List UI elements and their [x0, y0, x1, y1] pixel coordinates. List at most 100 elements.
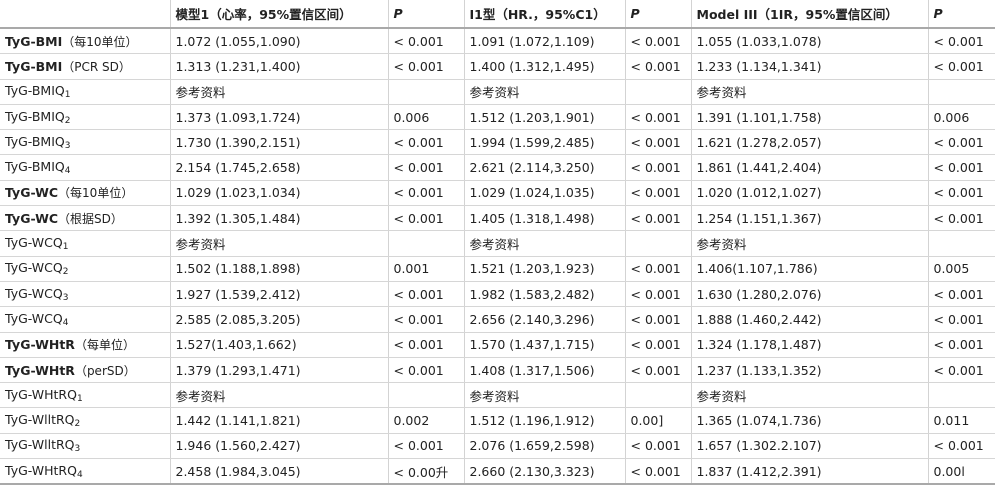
model3-p-value: < 0.001 [927, 53, 995, 80]
row-label-unit: （perSD） [74, 363, 136, 378]
row-label-main: TyG-WCQ [5, 260, 63, 276]
model1-p-value: < 0.001 [387, 306, 464, 333]
row-label-unit: （PCR SD） [62, 59, 131, 74]
quartile-subscript: 4 [62, 317, 69, 328]
model3-value: 1.888 (1.460,2.442) [690, 306, 928, 333]
model1-value: 1.392 (1.305,1.484) [169, 205, 388, 232]
table-body: TyG-BMI（每10单位） 1.072 (1.055,1.090) < 0.001… [0, 28, 995, 486]
row-label-main: TyG-WCQ [5, 235, 63, 251]
row-label: TyG-BMIQ2 [0, 104, 170, 131]
model2-p-value: 0.00] [624, 407, 691, 434]
model3-value: 1.837 (1.412,2.391) [690, 458, 928, 486]
row-label: TyG-BMI（每10单位） [0, 28, 170, 55]
row-label: TyG-BMIQ1 [0, 79, 170, 105]
model3-p-value: < 0.001 [927, 129, 995, 156]
model1-p-value: < 0.001 [387, 357, 464, 384]
table-row: TyG-WlltRQ2 1.442 (1.141,1.821) 0.002 1.512… [0, 407, 995, 434]
model1-p-value [387, 230, 464, 257]
model1-value: 1.313 (1.231,1.400) [169, 53, 388, 80]
model3-value: 1.406(1.107,1.786) [690, 256, 928, 282]
model2-p-value: < 0.001 [624, 281, 691, 308]
model3-value: 1.621 (1.278,2.057) [690, 129, 928, 156]
model1-value: 2.458 (1.984,3.045) [169, 458, 388, 486]
row-label: TyG-WHtRQ4 [0, 458, 170, 486]
row-label: TyG-WHtR（perSD） [0, 357, 170, 384]
row-label-main: TyG-BMIQ [5, 133, 65, 149]
table-row: TyG-WHtRQ1 参考资料 参考资料 参考资料 [0, 382, 995, 409]
model2-p-value: < 0.001 [624, 180, 691, 207]
quartile-subscript: 2 [64, 115, 71, 126]
table-row: TyG-WHtRQ4 2.458 (1.984,3.045) < 0.00升 2.66… [0, 458, 995, 486]
row-label: TyG-WCQ4 [0, 306, 170, 333]
quartile-subscript: 1 [64, 90, 71, 101]
model1-p-value: < 0.00升 [387, 458, 464, 486]
model2-p-value [624, 382, 691, 409]
header-model2: I1型（HR.，95%C1） [463, 0, 625, 29]
header-p1: P [387, 0, 464, 29]
model1-value: 1.502 (1.188,1.898) [169, 256, 388, 282]
row-label-main: TyG-BMIQ [5, 83, 65, 99]
model1-value: 2.154 (1.745,2.658) [169, 154, 388, 181]
model3-value: 1.324 (1.178,1.487) [690, 332, 928, 358]
table-row: TyG-WCQ3 1.927 (1.539,2.412) < 0.001 1.982 … [0, 281, 995, 308]
model2-value: 2.656 (2.140,3.296) [463, 306, 625, 333]
model3-value: 1.391 (1.101,1.758) [690, 104, 928, 131]
table-row: TyG-BMI（每10单位） 1.072 (1.055,1.090) < 0.001… [0, 28, 995, 55]
row-label-unit: （每10单位） [58, 186, 134, 201]
model2-value: 参考资料 [463, 230, 625, 257]
model1-p-value: 0.001 [387, 256, 464, 282]
table-row: TyG-WC（每10单位） 1.029 (1.023,1.034) < 0.001 1… [0, 180, 995, 207]
model1-p-value: < 0.001 [387, 53, 464, 80]
quartile-subscript: 4 [64, 166, 71, 177]
model2-value: 参考资料 [463, 382, 625, 409]
quartile-subscript: 2 [74, 419, 81, 430]
model2-p-value: < 0.001 [624, 306, 691, 333]
row-label: TyG-WCQ2 [0, 256, 170, 282]
header-model1: 模型1（心率，95%置信区间） [169, 0, 388, 29]
model1-value: 1.927 (1.539,2.412) [169, 281, 388, 308]
table-row: TyG-WCQ2 1.502 (1.188,1.898) 0.001 1.521 (1… [0, 256, 995, 282]
model2-p-value: < 0.001 [624, 256, 691, 282]
model1-value: 1.442 (1.141,1.821) [169, 407, 388, 434]
model1-p-value: < 0.001 [387, 281, 464, 308]
model2-p-value: < 0.001 [624, 104, 691, 131]
model1-p-value: < 0.001 [387, 129, 464, 156]
row-label: TyG-WCQ1 [0, 230, 170, 257]
model2-p-value: < 0.001 [624, 357, 691, 384]
model1-value: 参考资料 [169, 79, 388, 105]
model1-p-value: < 0.001 [387, 332, 464, 358]
row-label-main: TyG-WCQ [5, 310, 63, 326]
model2-value: 2.076 (1.659,2.598) [463, 433, 625, 460]
model2-value: 1.400 (1.312,1.495) [463, 53, 625, 80]
header-p2: P [624, 0, 691, 29]
model3-p-value: 0.00l [927, 458, 995, 486]
model3-p-value: < 0.001 [927, 332, 995, 358]
model3-p-value: < 0.001 [927, 205, 995, 232]
model1-p-value [387, 79, 464, 105]
model2-value: 1.512 (1.196,1.912) [463, 407, 625, 434]
quartile-subscript: 3 [74, 444, 81, 455]
model2-value: 1.512 (1.203,1.901) [463, 104, 625, 131]
table-row: TyG-BMIQ2 1.373 (1.093,1.724) 0.006 1.512 (… [0, 104, 995, 131]
table-row: TyG-WlltRQ3 1.946 (1.560,2.427) < 0.001 2.0… [0, 433, 995, 460]
row-label-main: TyG-BMIQ [5, 159, 65, 175]
table-row: TyG-BMIQ3 1.730 (1.390,2.151) < 0.001 1.994… [0, 129, 995, 156]
model2-value: 1.994 (1.599,2.485) [463, 129, 625, 156]
model3-p-value: < 0.001 [927, 180, 995, 207]
model2-value: 1.408 (1.317,1.506) [463, 357, 625, 384]
row-label: TyG-WlltRQ3 [0, 433, 170, 460]
model3-p-value: 0.005 [927, 256, 995, 282]
row-label: TyG-WlltRQ2 [0, 407, 170, 434]
model3-value: 1.237 (1.133,1.352) [690, 357, 928, 384]
quartile-subscript: 3 [62, 292, 69, 303]
model3-p-value: < 0.001 [927, 28, 995, 55]
model1-value: 2.585 (2.085,3.205) [169, 306, 388, 333]
model1-value: 1.527(1.403,1.662) [169, 332, 388, 358]
model1-p-value: 0.002 [387, 407, 464, 434]
row-label-unit: （根据SD） [58, 211, 123, 226]
row-label-main: TyG-WCQ [5, 285, 63, 301]
row-label-main: TyG-BMI [5, 33, 63, 49]
table-row: TyG-WCQ1 参考资料 参考资料 参考资料 [0, 230, 995, 257]
model3-value: 参考资料 [690, 230, 928, 257]
row-label: TyG-WCQ3 [0, 281, 170, 308]
